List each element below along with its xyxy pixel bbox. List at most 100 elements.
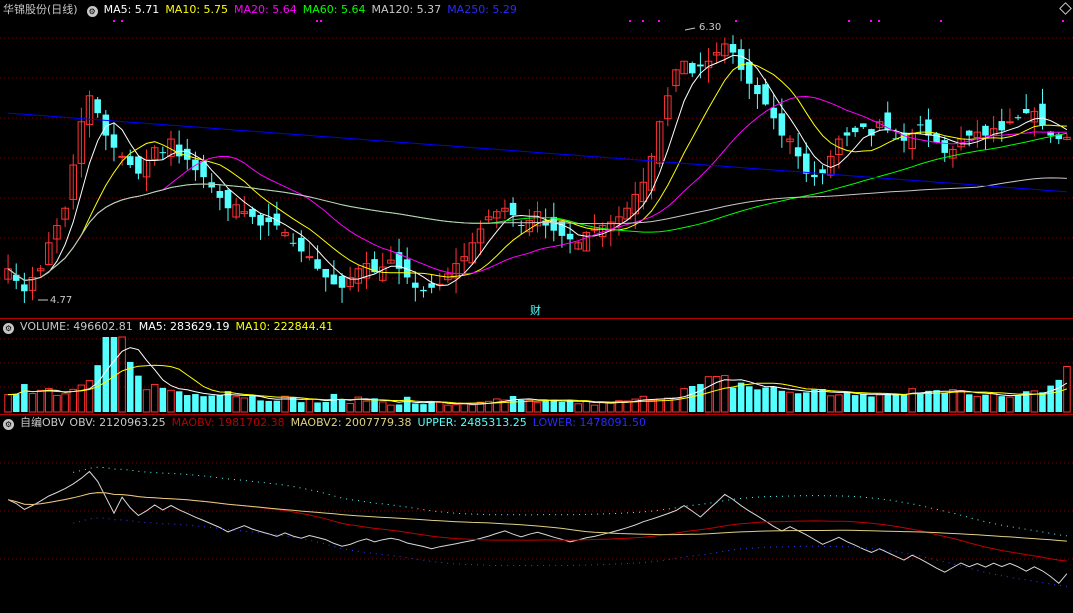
volume-panel[interactable]: ⚙ VOLUME: 496602.81 MA5: 283629.19 MA10: 22… (0, 319, 1073, 414)
price-panel[interactable]: 华锦股份(日线) ⚙ MA5: 5.71 MA10: 5.75 MA20: 5.64 MA… (0, 0, 1073, 318)
obv-legend: ⚙ 自编OBV OBV: 2120963.25 MAOBV: 1981702.38 MA… (0, 415, 652, 431)
candle-down (314, 259, 321, 269)
volume-bar-up (973, 395, 982, 413)
candle-down (126, 156, 134, 165)
ma60-value: MA60: 5.64 (302, 3, 366, 16)
candle-down (509, 202, 517, 216)
candle-down (338, 276, 346, 288)
volume-bar-down (900, 394, 908, 412)
volume-bar-down (566, 400, 574, 412)
volume-bar-up (875, 394, 884, 413)
volume-bar-up (908, 388, 916, 413)
candle-down (982, 125, 989, 136)
volume-bar-down (892, 394, 900, 412)
ma10-value: MA10: 5.75 (165, 3, 229, 16)
volume-bar-down (884, 393, 892, 412)
candle-down (697, 64, 704, 67)
volume-bar-up (460, 403, 468, 413)
volume-bar-down (94, 365, 101, 412)
volume-gear-icon[interactable]: ⚙ (3, 323, 14, 334)
event-marker (870, 20, 872, 22)
volume-bar-down (298, 402, 305, 412)
volume-bar-up (36, 389, 45, 413)
candle-down (1022, 108, 1030, 114)
volume-bar-down (729, 387, 737, 412)
volume-bar-down (322, 402, 330, 412)
volume-bar-down (843, 391, 851, 412)
event-marker (629, 20, 631, 22)
candle-down (135, 156, 142, 174)
volume-bar-down (135, 375, 142, 412)
volume-bar-down (200, 396, 207, 412)
volume-bar-up (598, 401, 607, 413)
vol-ma10-value: MA10: 222844.41 (235, 320, 334, 333)
volume-bar-down (420, 404, 427, 412)
candle-down (998, 121, 1006, 131)
stock-title: 华锦股份(日线) (3, 3, 78, 16)
event-marker (848, 20, 850, 22)
candle-down (224, 190, 232, 209)
volume-bar-up (45, 388, 53, 413)
volume-bar-down (778, 390, 786, 412)
volume-bar-up (582, 400, 591, 413)
volume-bar-down (175, 391, 183, 412)
candle-down (860, 123, 867, 127)
candle-down (249, 208, 256, 217)
volume-bar-up (346, 402, 354, 413)
finance-marker[interactable]: 财 (530, 302, 541, 318)
low-price-label: 4.77 (50, 295, 73, 306)
volume-bar-up (1006, 396, 1014, 413)
candle-down (917, 124, 924, 126)
volume-bar-down (965, 394, 973, 412)
ma5-value: MA5: 5.71 (103, 3, 160, 16)
candle-down (811, 174, 818, 178)
upper-value: UPPER: 2485313.25 (417, 416, 527, 429)
price-chart (0, 20, 1073, 303)
volume-bar-down (330, 393, 338, 412)
candle-down (330, 274, 338, 285)
volume-bar-down (982, 394, 989, 412)
volume-bar-up (704, 376, 713, 413)
volume-ma5-line (8, 347, 1068, 405)
settings-gear-icon[interactable]: ⚙ (86, 6, 98, 17)
volume-bar-up (69, 388, 78, 413)
candle-down (688, 63, 696, 74)
high-price-label: 6.30 (699, 22, 722, 33)
candle-down (420, 289, 427, 292)
event-marker (1062, 20, 1064, 22)
volume-bar-down (803, 392, 810, 412)
volume-bar-down (265, 400, 272, 412)
candle-down (12, 274, 20, 281)
candle-down (803, 153, 810, 174)
event-marker (878, 20, 880, 22)
volume-ma10-line (8, 364, 1068, 404)
obv-panel[interactable]: ⚙ 自编OBV OBV: 2120963.25 MAOBV: 1981702.38 MA… (0, 415, 1073, 613)
volume-bar-up (826, 395, 835, 413)
candle-down (566, 233, 574, 240)
candle-down (21, 284, 28, 292)
volume-bar-up (647, 399, 656, 413)
candle-down (412, 282, 419, 288)
volume-bar-down (558, 401, 566, 412)
volume-bar-up (305, 398, 314, 413)
volume-bar-down (998, 396, 1006, 412)
volume-bar-down (314, 402, 321, 412)
volume-legend: ⚙ VOLUME: 496602.81 MA5: 283629.19 MA10: 22… (0, 319, 339, 335)
candle-down (265, 217, 272, 223)
volume-bar-up (989, 392, 998, 413)
volume-bar-down (21, 384, 28, 412)
candle-down (729, 44, 737, 53)
volume-bar-down (754, 389, 761, 412)
obv-gear-icon[interactable]: ⚙ (3, 419, 14, 430)
volume-bar-down (192, 394, 199, 412)
candle-down (1014, 117, 1022, 119)
event-marker (642, 20, 644, 22)
volume-bar-down (1055, 379, 1063, 412)
volume-bar-up (835, 394, 843, 413)
volume-value: VOLUME: 496602.81 (20, 320, 133, 333)
volume-bar-down (1014, 395, 1022, 412)
volume-bar-up (493, 398, 501, 413)
volume-bar-down (412, 403, 419, 412)
ma250-line (8, 112, 1067, 193)
candle-up (305, 256, 314, 259)
